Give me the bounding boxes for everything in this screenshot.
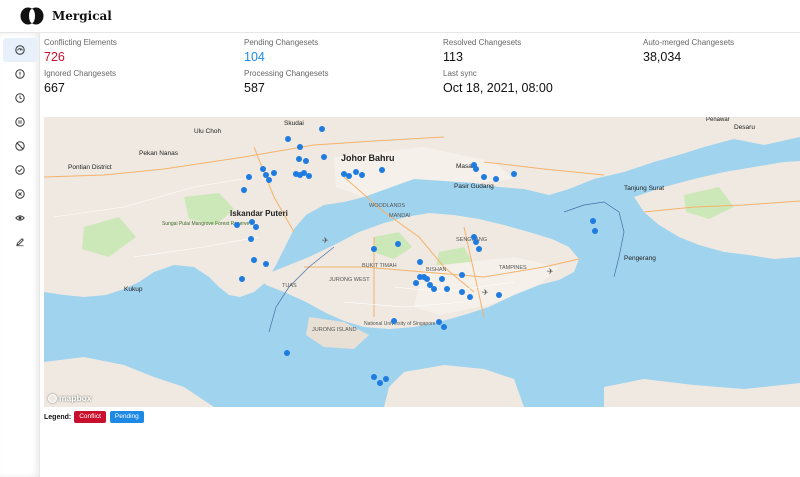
airport-icon: ✈ — [482, 288, 489, 297]
changeset-map[interactable]: Johor Bahru Iskandar Puteri Pasir Gudang… — [44, 117, 800, 407]
map-label: WOODLANDS — [369, 203, 405, 209]
alert-circle-icon — [15, 69, 25, 79]
legend-conflict-badge: Conflict — [74, 411, 106, 423]
sidebar-item-watch[interactable] — [3, 206, 37, 230]
map-label: Pekan Nanas — [139, 150, 179, 157]
stat-value: Oct 18, 2021, 08:00 — [443, 81, 553, 95]
map-legend: Legend: Conflict Pending — [44, 411, 148, 423]
top-header: Mergical — [0, 0, 800, 33]
brand-name[interactable]: Mergical — [52, 9, 112, 23]
stat-value: 726 — [44, 50, 65, 64]
stat-label: Conflicting Elements — [44, 38, 117, 47]
map-label: Pontian District — [68, 164, 112, 171]
map-label: TUAS — [282, 283, 297, 289]
map-label: Iskandar Puteri — [230, 209, 288, 218]
sidebar-item-processing[interactable] — [3, 110, 37, 134]
stat-ignored-changesets[interactable]: Ignored Changesets 667 — [44, 68, 244, 95]
map-label: BISHAN — [426, 267, 447, 273]
ban-icon — [15, 141, 25, 151]
map-label: Tanjung Surat — [624, 185, 664, 192]
stat-label: Ignored Changesets — [44, 69, 117, 78]
close-circle-icon — [15, 189, 25, 199]
map-label: Pasir Gudang — [454, 183, 494, 190]
airport-icon: ✈ — [547, 267, 554, 276]
mapbox-attribution[interactable]: mapbox — [48, 393, 92, 403]
map-label: JURONG WEST — [329, 277, 370, 283]
stat-label: Auto-merged Changesets — [643, 38, 735, 47]
sidebar-item-ignored[interactable] — [3, 134, 37, 158]
stats-panel: Conflicting Elements 726 Pending Changes… — [40, 33, 800, 117]
app-window: Mergical Conflicting Elements 726 Pendin… — [0, 0, 800, 477]
mergical-logo-icon[interactable] — [20, 7, 44, 25]
stat-label: Resolved Changesets — [443, 38, 522, 47]
map-label: Desaru — [734, 124, 755, 131]
sidebar-item-conflicts[interactable] — [3, 62, 37, 86]
pause-circle-icon — [15, 117, 25, 127]
stat-label: Last sync — [443, 69, 477, 78]
sidebar-item-pending[interactable] — [3, 86, 37, 110]
map-label: Skudai — [284, 120, 304, 127]
stat-label: Pending Changesets — [244, 38, 319, 47]
map-label: JURONG ISLAND — [312, 327, 357, 333]
clock-icon — [15, 93, 25, 103]
check-circle-icon — [15, 165, 25, 175]
stat-last-sync: Last sync Oct 18, 2021, 08:00 — [443, 68, 643, 95]
map-label: Penawar — [706, 117, 730, 123]
map-label: BUKIT TIMAH — [362, 263, 397, 269]
map-label: Masai — [456, 163, 473, 170]
stat-value: 587 — [244, 81, 265, 95]
stat-pending-changesets[interactable]: Pending Changesets 104 — [244, 37, 444, 64]
sidebar-item-rejected[interactable] — [3, 182, 37, 206]
stat-value: 113 — [443, 50, 463, 64]
map-label: MANDAI — [389, 213, 411, 219]
eye-icon — [15, 215, 25, 221]
legend-pending-badge: Pending — [109, 411, 144, 423]
map-label: Johor Bahru — [341, 153, 395, 163]
stat-value: 667 — [44, 81, 65, 95]
stat-value: 38,034 — [643, 50, 682, 64]
map-label: TAMPINES — [499, 265, 527, 271]
dashboard-icon — [15, 45, 25, 55]
map-label: Kukup — [124, 286, 143, 293]
mapbox-logo-icon — [48, 393, 57, 403]
stat-value: 104 — [244, 50, 265, 64]
stat-label: Processing Changesets — [244, 69, 329, 78]
legend-title: Legend: — [44, 413, 72, 421]
sidebar-item-resolved[interactable] — [3, 158, 37, 182]
map-label: National University of Singapore — [364, 321, 436, 327]
mapbox-label: mapbox — [59, 393, 92, 403]
stat-processing-changesets[interactable]: Processing Changesets 587 — [244, 68, 444, 95]
sidebar-item-dashboard[interactable] — [3, 38, 37, 62]
stat-automerged-changesets[interactable]: Auto-merged Changesets 38,034 — [643, 37, 800, 64]
stat-conflicting-elements[interactable]: Conflicting Elements 726 — [44, 37, 244, 64]
airport-icon: ✈ — [322, 236, 329, 245]
map-canvas[interactable]: Johor Bahru Iskandar Puteri Pasir Gudang… — [44, 117, 800, 407]
sidebar-item-edit[interactable] — [3, 230, 37, 254]
pencil-icon — [16, 238, 24, 247]
sidebar — [0, 33, 40, 477]
map-label: Pengerang — [624, 255, 656, 262]
stat-resolved-changesets[interactable]: Resolved Changesets 113 — [443, 37, 643, 64]
map-label: Ulu Choh — [194, 128, 221, 135]
